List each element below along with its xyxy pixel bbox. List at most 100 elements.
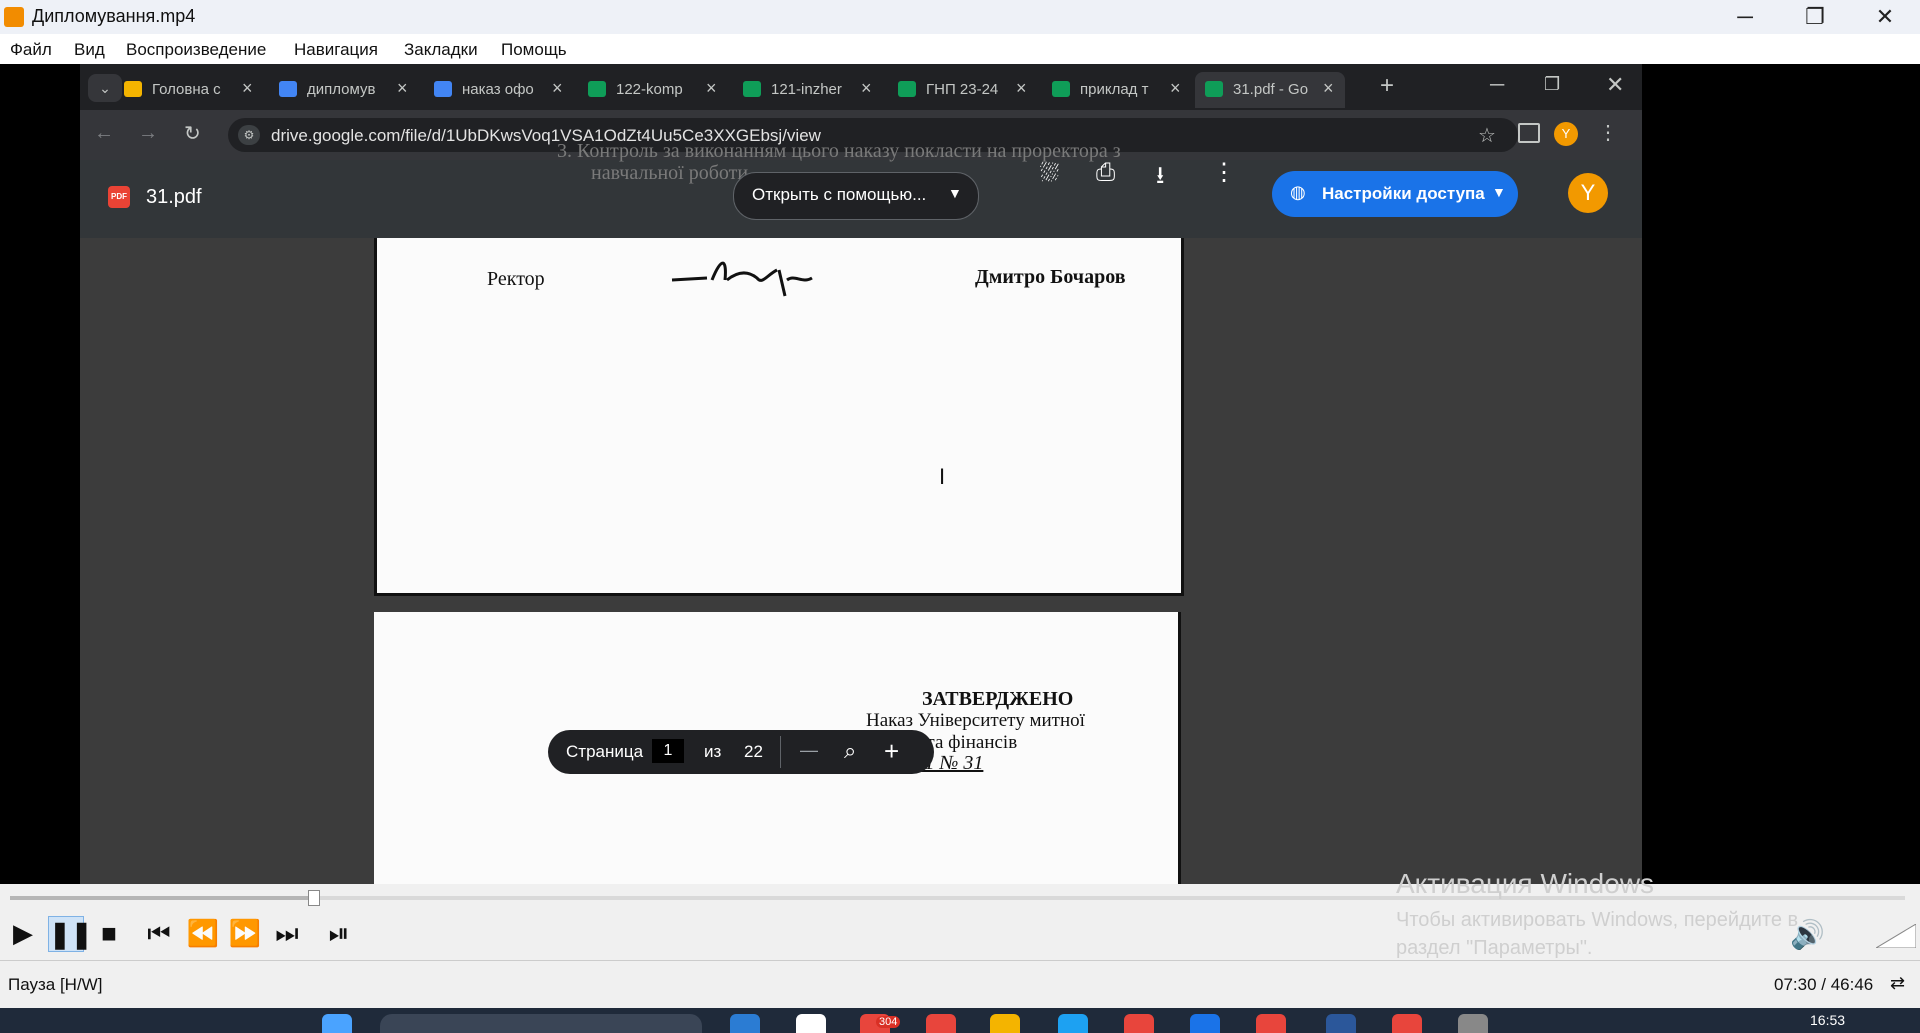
tab-favicon-icon — [279, 81, 297, 97]
browser-tab[interactable]: 121-inzher × — [733, 72, 883, 108]
forward-icon[interactable]: → — [138, 122, 158, 145]
time-display[interactable]: 07:30 / 46:46 — [1774, 975, 1873, 995]
taskbar-app-icon[interactable] — [1190, 1014, 1220, 1033]
tab-favicon-icon — [124, 81, 142, 97]
menu-file[interactable]: Файл — [10, 40, 52, 60]
browser-tab[interactable]: дипломув × — [269, 72, 419, 108]
print-icon[interactable]: ⎙ — [1096, 159, 1115, 187]
taskbar-app-icon[interactable] — [730, 1014, 760, 1033]
taskbar-app-icon[interactable] — [1124, 1014, 1154, 1033]
close-button[interactable]: ✕ — [1850, 0, 1920, 34]
toolbar-divider — [780, 736, 781, 768]
taskbar-app-icon[interactable] — [926, 1014, 956, 1033]
maximize-button[interactable]: ❐ — [1780, 0, 1850, 34]
open-with-button[interactable]: Открыть с помощью... ▼ — [733, 172, 979, 220]
back-icon[interactable]: ← — [94, 122, 114, 145]
pdf-file-name: 31.pdf — [146, 186, 202, 208]
browser-close-button[interactable]: ✕ — [1606, 72, 1624, 98]
new-tab-button[interactable]: + — [1380, 72, 1394, 100]
minimize-button[interactable]: ─ — [1710, 0, 1780, 34]
fast-forward-button[interactable]: ⏩ — [228, 916, 262, 950]
tab-close-icon[interactable]: × — [706, 78, 717, 99]
taskbar-app-icon[interactable] — [1256, 1014, 1286, 1033]
browser-minimize-button[interactable]: ─ — [1490, 74, 1504, 97]
window-title: Дипломування.mp4 — [32, 6, 196, 26]
download-icon[interactable]: ⭳ — [1156, 158, 1164, 199]
tab-favicon-icon — [434, 81, 452, 97]
volume-slider[interactable] — [1876, 924, 1916, 948]
site-settings-icon[interactable]: ⚙ — [238, 125, 260, 145]
taskbar-app-icon[interactable] — [1058, 1014, 1088, 1033]
browser-tab[interactable]: 122-komp × — [578, 72, 728, 108]
play-button[interactable]: ▶ — [6, 916, 40, 950]
vlc-status-bar: Пауза [H/W] 07:30 / 46:46 ⇄ — [0, 960, 1920, 1009]
pdf-viewer[interactable]: Ректор Дмитро Бочаров I ЗАТВЕРДЖЕНО Нака… — [80, 238, 1642, 884]
browser-tab[interactable]: ГНП 23-24 × — [888, 72, 1038, 108]
browser-menu-icon[interactable]: ⋮ — [1598, 120, 1618, 145]
tab-close-icon[interactable]: × — [1323, 78, 1334, 99]
zoom-icon: ⌕ — [844, 738, 857, 763]
previous-button[interactable]: ⏮ — [142, 916, 176, 950]
menu-help[interactable]: Помощь — [501, 40, 567, 60]
frame-step-button[interactable]: ⏯ — [322, 916, 356, 950]
tab-title: дипломув — [307, 81, 376, 98]
menu-navigation[interactable]: Навигация — [294, 40, 378, 60]
tab-close-icon[interactable]: × — [552, 78, 563, 99]
browser-restore-button[interactable]: ❐ — [1544, 74, 1560, 95]
signature-title: Ректор — [487, 268, 545, 290]
menu-playback[interactable]: Воспроизведение — [126, 40, 266, 60]
vlc-title-bar: Дипломування.mp4 ─ ❐ ✕ — [0, 0, 1920, 34]
tab-favicon-icon — [898, 81, 916, 97]
tab-close-icon[interactable]: × — [242, 78, 253, 99]
stop-button[interactable]: ■ — [92, 916, 126, 950]
browser-tab[interactable]: приклад т × — [1042, 72, 1192, 108]
profile-avatar[interactable]: Y — [1554, 122, 1578, 146]
tab-close-icon[interactable]: × — [861, 78, 872, 99]
tab-close-icon[interactable]: × — [1016, 78, 1027, 99]
browser-tab[interactable]: наказ офо × — [424, 72, 574, 108]
next-button[interactable]: ⏭ — [270, 916, 304, 950]
page-of-label: из — [704, 742, 722, 761]
taskbar-app-icon[interactable] — [1326, 1014, 1356, 1033]
bookmark-star-icon[interactable]: ☆ — [1478, 123, 1496, 148]
taskbar-app-icon[interactable] — [1458, 1014, 1488, 1033]
menu-view[interactable]: Вид — [74, 40, 105, 60]
start-icon[interactable] — [322, 1014, 352, 1033]
page-number-input[interactable]: 1 — [652, 739, 684, 763]
tab-close-icon[interactable]: × — [1170, 78, 1181, 99]
tab-title: ГНП 23-24 — [926, 81, 999, 98]
page-label: Страница — [566, 742, 644, 761]
side-panel-icon[interactable] — [1518, 123, 1540, 143]
video-area[interactable]: ⌄ Головна с × дипломув × наказ офо × 122-komp ×… — [0, 64, 1920, 884]
page-total: 22 — [744, 742, 763, 761]
taskbar-app-icon[interactable] — [1392, 1014, 1422, 1033]
vlc-menu-bar: Файл Вид Воспроизведение Навигация Закла… — [0, 34, 1920, 65]
vlc-app-icon — [4, 7, 24, 27]
signature-image — [671, 261, 813, 297]
tab-favicon-icon — [1052, 81, 1070, 97]
seek-handle[interactable] — [308, 890, 321, 906]
menu-bookmarks[interactable]: Закладки — [404, 40, 478, 60]
browser-tab[interactable]: Головна с × — [114, 72, 264, 108]
zoom-out-button[interactable]: — — [800, 740, 818, 761]
rewind-button[interactable]: ⏪ — [186, 916, 220, 950]
activation-watermark-text: Чтобы активировать Windows, перейдите в … — [1396, 909, 1799, 959]
share-button[interactable]: ◍ Настройки доступа ▼ — [1272, 171, 1518, 217]
share-dropdown-icon[interactable]: ▼ — [1492, 184, 1506, 200]
more-options-icon[interactable]: ⋮ — [1212, 158, 1236, 187]
chevron-down-icon: ▼ — [948, 185, 962, 201]
pdf-file-icon: PDF — [108, 186, 130, 208]
vlc-controls: ▶ ❚❚ ■ ⏮ ⏪ ⏩ ⏭ ⏯ 🔊 Активация Windows Что… — [0, 868, 1920, 960]
tab-title: 122-komp — [616, 81, 683, 98]
taskbar-app-icon[interactable] — [990, 1014, 1020, 1033]
reload-icon[interactable]: ↻ — [184, 121, 201, 146]
add-to-drive-icon[interactable]: ⛆ — [1040, 160, 1059, 188]
browser-tab[interactable]: 31.pdf - Go × — [1195, 72, 1345, 108]
taskbar-app-icon[interactable] — [796, 1014, 826, 1033]
zoom-in-button[interactable]: + — [884, 736, 899, 767]
pause-button[interactable]: ❚❚ — [48, 916, 93, 952]
tab-close-icon[interactable]: × — [397, 78, 408, 99]
account-avatar[interactable]: Y — [1568, 173, 1608, 213]
loop-icon[interactable]: ⇄ — [1890, 973, 1905, 994]
search-box[interactable] — [380, 1014, 702, 1033]
